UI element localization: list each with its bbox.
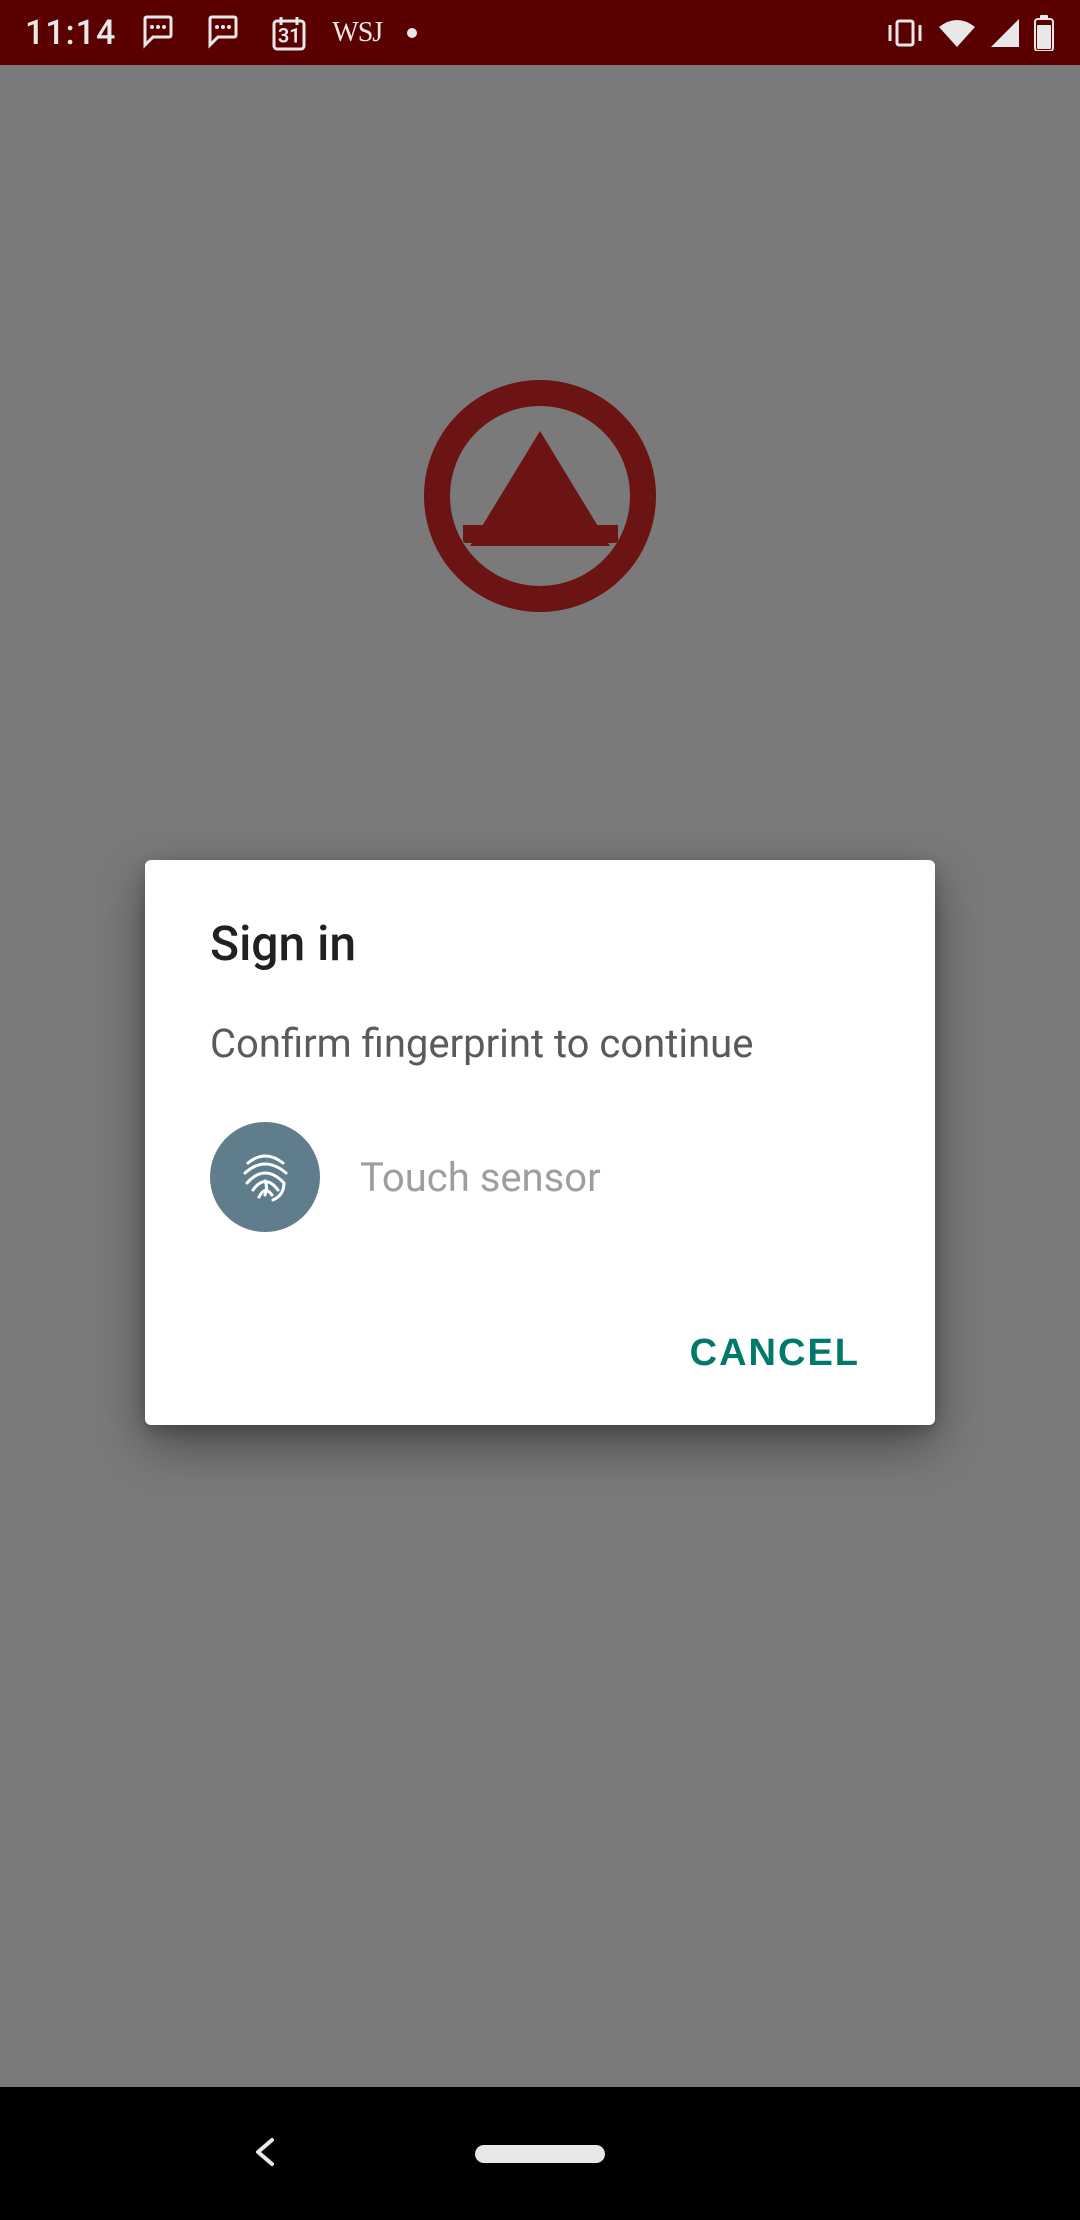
dialog-actions: CANCEL — [210, 1317, 870, 1390]
notification-dot-icon — [407, 28, 417, 38]
dialog-subtitle: Confirm fingerprint to continue — [210, 1020, 870, 1067]
wifi-icon — [937, 17, 977, 49]
fingerprint-dialog: Sign in Confirm fingerprint to continue … — [145, 860, 935, 1425]
cell-signal-icon — [989, 17, 1021, 49]
status-bar: 11:14 31 WSJ — [0, 0, 1080, 65]
status-clock: 11:14 — [25, 13, 116, 53]
fingerprint-icon[interactable] — [210, 1122, 320, 1232]
calendar-day: 31 — [278, 23, 301, 47]
calendar-icon: 31 — [271, 15, 307, 51]
cancel-button[interactable]: CANCEL — [685, 1317, 865, 1390]
status-bar-left: 11:14 31 WSJ — [25, 13, 417, 53]
vibrate-icon — [885, 17, 925, 49]
battery-icon — [1033, 15, 1055, 51]
fingerprint-row: Touch sensor — [210, 1122, 870, 1232]
content-background: Sign in Confirm fingerprint to continue … — [0, 65, 1080, 2087]
home-pill[interactable] — [475, 2145, 605, 2163]
dialog-title: Sign in — [210, 915, 870, 972]
back-button[interactable] — [250, 2136, 282, 2172]
chat-icon — [141, 15, 181, 51]
wsj-icon: WSJ — [332, 17, 382, 49]
status-bar-right — [885, 15, 1055, 51]
navigation-bar — [0, 2087, 1080, 2220]
touch-sensor-label: Touch sensor — [360, 1154, 601, 1201]
chat-icon — [206, 15, 246, 51]
